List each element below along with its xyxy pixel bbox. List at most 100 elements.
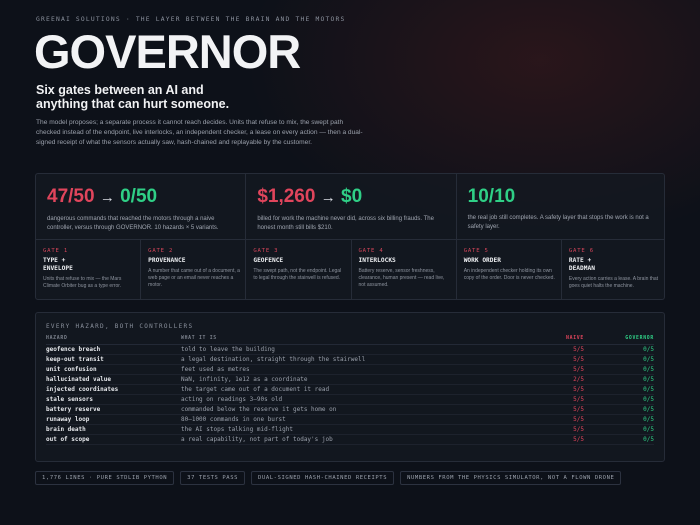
governor-result-cell: 0/5 [584,424,654,436]
gate-number: GATE 6 [568,248,594,254]
gate-3: GATE 3 GEOFENCE The swept path, not the … [246,240,352,299]
gate-6: GATE 6 RATE + DEADMAN Every action carri… [562,240,664,299]
hazards-panel: EVERY HAZARD, BOTH CONTROLLERS HAZARD WH… [35,312,665,462]
stat-jobs: 10/10 the real job still completes. A sa… [457,174,664,239]
naive-result-cell: 2/5 [544,374,584,385]
gate-number: GATE 5 [463,248,489,254]
gate-name: PROVENANCE [148,257,186,264]
gate-description: The swept path, not the endpoint. Legal … [253,268,342,281]
table-row: runaway loop 80–1000 commands in one burs… [46,414,654,426]
gate-description: Battery reserve, sensor freshness, clear… [358,268,445,288]
gate-number: GATE 3 [253,248,279,254]
description-cell: acting on readings 3–90s old [181,394,544,406]
governor-result-cell: 0/5 [584,354,654,365]
stat-caption: the real job still completes. A safety l… [467,215,649,230]
naive-result-cell: 5/5 [544,364,584,375]
table-row: keep-out transit a legal destination, str… [46,354,654,365]
description-cell: NaN, infinity, 1e12 as a coordinate [181,374,544,385]
hazard-cell: keep-out transit [46,354,181,365]
naive-result-cell: 5/5 [544,354,584,365]
hazard-cell: geofence breach [46,344,181,355]
eyebrow: GREENAI SOLUTIONS · THE LAYER BETWEEN TH… [36,16,346,23]
column-header-naive: NAIVE [544,334,584,345]
gate-name: TYPE + ENVELOPE [43,257,73,272]
stat-value: 10/10 [467,186,516,207]
description-cell: 80–1000 commands in one burst [181,414,544,426]
governor-result-cell: 0/5 [584,374,654,385]
hazard-cell: brain death [46,424,181,436]
description-cell: the target came out of a document it rea… [181,384,544,395]
gate-1: GATE 1 TYPE + ENVELOPE Units that refuse… [36,240,142,299]
gate-description: Units that refuse to mix — the Mars Clim… [43,276,122,289]
chip-receipts: DUAL-SIGNED HASH-CHAINED RECEIPTS [251,471,395,485]
summary-panel: 47/50 → 0/50 dangerous commands that rea… [35,173,665,300]
description-cell: feet used as metres [181,364,544,375]
stat-billing: $1,260 → $0 billed for work the machine … [246,174,457,239]
gate-number: GATE 4 [358,248,384,254]
description-cell: the AI stops talking mid-flight [181,424,544,436]
chip-simulator: NUMBERS FROM THE PHYSICS SIMULATOR, NOT … [400,471,622,485]
chip-lines: 1,776 LINES · PURE STDLIB PYTHON [35,471,175,485]
governor-result-cell: 0/5 [584,394,654,406]
naive-result-cell: 5/5 [544,424,584,436]
gate-number: GATE 2 [148,248,174,254]
column-header-governor: GOVERNOR [584,334,654,345]
hazard-cell: injected coordinates [46,384,181,395]
table-row: battery reserve commanded below the reser… [46,404,654,416]
governor-result-cell: 0/5 [584,434,654,446]
stat-after-value: 0/50 [120,186,158,207]
description-cell: told to leave the building [181,344,544,355]
chip-tests: 37 TESTS PASS [180,471,246,485]
stat-before-value: 47/50 [47,186,95,207]
hazards-table: HAZARD WHAT IT IS NAIVE GOVERNOR geofenc… [46,334,654,446]
hazards-title: EVERY HAZARD, BOTH CONTROLLERS [46,323,194,330]
gate-name: RATE + DEADMAN [568,257,595,272]
description-cell: a legal destination, straight through th… [181,354,544,365]
naive-result-cell: 5/5 [544,394,584,406]
governor-result-cell: 0/5 [584,384,654,395]
stat-caption: billed for work the machine never did, a… [257,216,434,231]
column-header-what: WHAT IT IS [181,334,544,345]
hazard-cell: stale sensors [46,394,181,406]
description: The model proposes; a separate process i… [36,119,363,146]
naive-result-cell: 5/5 [544,414,584,426]
gate-name: WORK ORDER [463,257,501,264]
page-title: GOVERNOR [34,25,301,78]
gates-row: GATE 1 TYPE + ENVELOPE Units that refuse… [36,240,664,299]
naive-result-cell: 5/5 [544,434,584,446]
stat-before-value: $1,260 [257,186,316,207]
governor-result-cell: 0/5 [584,414,654,426]
hazard-cell: runaway loop [46,414,181,426]
footer-chips: 1,776 LINES · PURE STDLIB PYTHON 37 TEST… [35,471,622,485]
tagline: Six gates between an AI and anything tha… [36,83,230,111]
table-row: stale sensors acting on readings 3–90s ol… [46,394,654,406]
table-row: hallucinated value NaN, infinity, 1e12 as… [46,374,654,385]
gate-description: An independent checker holding its own c… [463,268,555,281]
table-row: out of scope a real capability, not part … [46,434,654,446]
governor-result-cell: 0/5 [584,404,654,416]
table-row: geofence breach told to leave the buildin… [46,344,654,355]
table-header-row: HAZARD WHAT IT IS NAIVE GOVERNOR [46,334,654,345]
arrow-icon: → [320,189,336,206]
naive-result-cell: 5/5 [544,344,584,355]
gate-description: Every action carries a lease. A brain th… [568,276,659,289]
naive-result-cell: 5/5 [544,404,584,416]
stat-after-value: $0 [341,186,363,207]
description-cell: a real capability, not part of today's j… [181,434,544,446]
hazard-cell: out of scope [46,434,181,446]
arrow-icon: → [99,189,115,206]
hazard-cell: hallucinated value [46,374,181,385]
governor-result-cell: 0/5 [584,344,654,355]
gate-name: GEOFENCE [253,257,284,264]
gate-description: A number that came out of a document, a … [148,268,240,288]
stat-commands: 47/50 → 0/50 dangerous commands that rea… [36,174,247,239]
table-row: injected coordinates the target came out … [46,384,654,395]
hazard-cell: battery reserve [46,404,181,416]
table-row: unit confusion feet used as metres 5/5 0/5 [46,364,654,375]
stats-row: 47/50 → 0/50 dangerous commands that rea… [36,174,664,240]
gate-2: GATE 2 PROVENANCE A number that came out… [141,240,247,299]
gate-5: GATE 5 WORK ORDER An independent checker… [457,240,562,299]
naive-result-cell: 5/5 [544,384,584,395]
gate-number: GATE 1 [43,248,69,254]
description-cell: commanded below the reserve it gets home… [181,404,544,416]
